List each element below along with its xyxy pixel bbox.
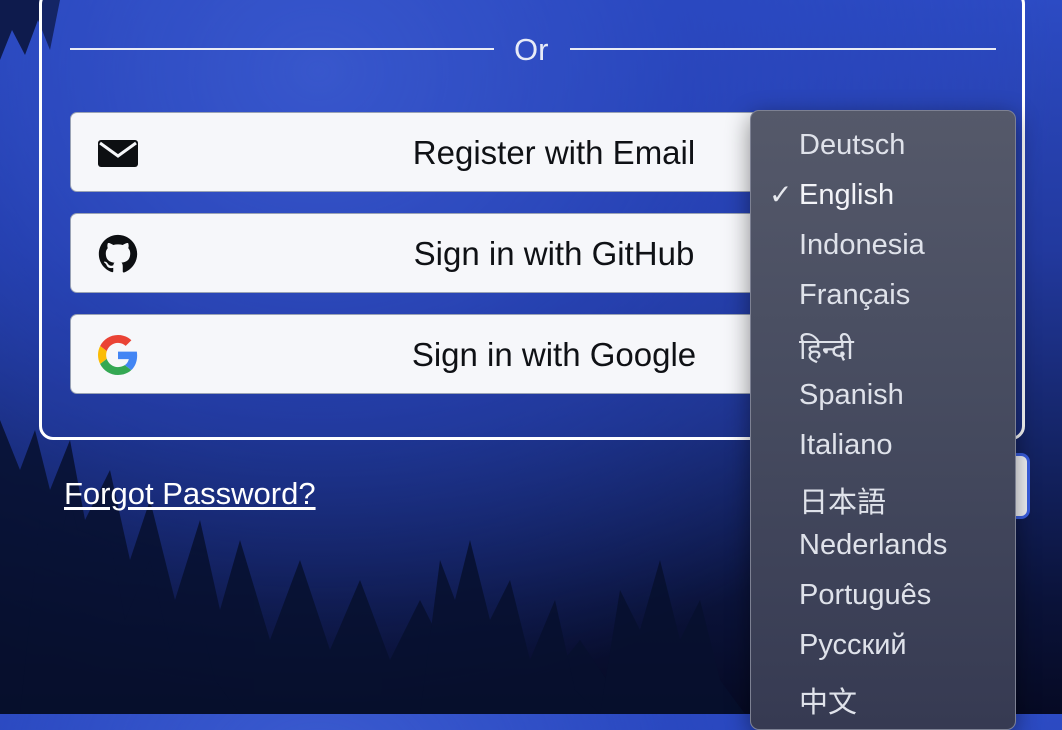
language-select[interactable] — [1016, 453, 1030, 519]
language-option-label: 日本語 — [799, 487, 887, 519]
divider-text: Or — [514, 32, 549, 67]
github-signin-button[interactable]: Sign in with GitHub — [70, 213, 860, 293]
language-option-italiano[interactable]: Italiano — [751, 421, 1015, 471]
language-option-label: हिन्दी — [799, 334, 854, 366]
language-option-label: Deutsch — [799, 129, 906, 161]
language-option-japanese[interactable]: 日本語 — [751, 471, 1015, 521]
language-option-indonesia[interactable]: Indonesia — [751, 221, 1015, 271]
google-signin-button[interactable]: Sign in with Google — [70, 314, 860, 394]
language-option-francais[interactable]: Français — [751, 271, 1015, 321]
language-option-label: Português — [799, 579, 932, 611]
language-option-nederlands[interactable]: Nederlands — [751, 521, 1015, 571]
language-option-label: Spanish — [799, 379, 904, 411]
language-option-label: Nederlands — [799, 529, 948, 561]
language-dropdown-menu: Deutsch ✓ English Indonesia Français हिन… — [750, 110, 1016, 730]
language-option-spanish[interactable]: Spanish — [751, 371, 1015, 421]
language-option-english[interactable]: ✓ English — [751, 171, 1015, 221]
divider-line-left — [70, 48, 494, 50]
forgot-password-link[interactable]: Forgot Password? — [64, 476, 316, 512]
language-option-hindi[interactable]: हिन्दी — [751, 321, 1015, 371]
language-option-label: Русский — [799, 629, 907, 661]
or-divider: Or — [70, 32, 996, 67]
language-option-label: Indonesia — [799, 229, 925, 261]
language-option-russian[interactable]: Русский — [751, 621, 1015, 671]
divider-line-right — [570, 48, 996, 50]
language-option-deutsch[interactable]: Deutsch — [751, 121, 1015, 171]
language-option-label: 中文 — [799, 687, 858, 719]
language-option-label: Italiano — [799, 429, 893, 461]
language-option-label: Français — [799, 279, 911, 311]
language-option-label: English — [799, 179, 895, 211]
checkmark-icon: ✓ — [769, 179, 793, 210]
register-email-button[interactable]: Register with Email — [70, 112, 860, 192]
language-option-portugues[interactable]: Português — [751, 571, 1015, 621]
